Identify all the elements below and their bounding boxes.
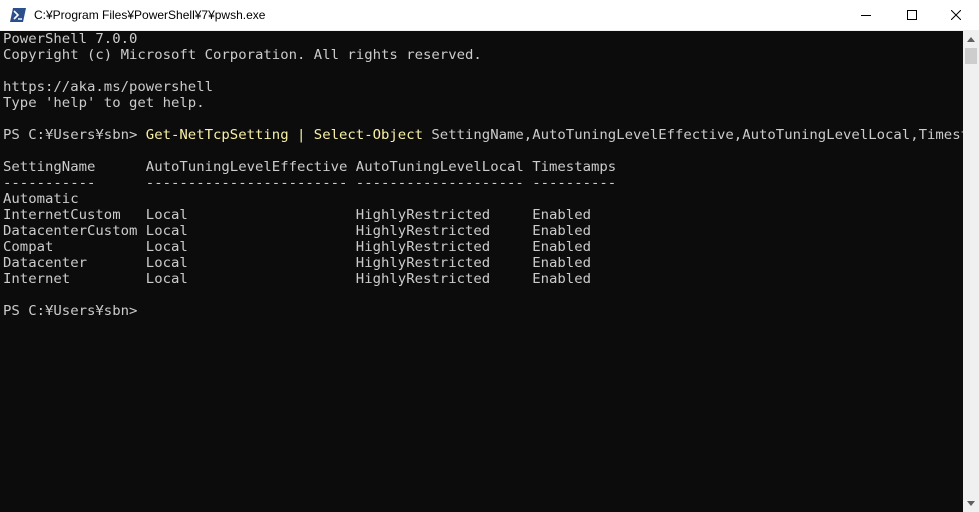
minimize-icon	[861, 15, 871, 16]
scroll-up-button[interactable]	[963, 31, 979, 48]
final-prompt: PS C:¥Users¥sbn>	[3, 303, 138, 319]
table-row: Internet Local HighlyRestricted Enabled	[3, 271, 592, 287]
prompt: PS C:¥Users¥sbn>	[3, 127, 146, 143]
powershell-icon	[10, 8, 26, 22]
scroll-down-button[interactable]	[963, 495, 979, 512]
scroll-up-icon	[967, 37, 975, 42]
close-icon	[951, 10, 961, 20]
table-row: Automatic	[3, 191, 79, 207]
powershell-link: https://aka.ms/powershell	[3, 79, 214, 95]
window-title: C:¥Program Files¥PowerShell¥7¥pwsh.exe	[34, 8, 266, 22]
table-row: Compat Local HighlyRestricted Enabled	[3, 239, 592, 255]
table-row: DatacenterCustom Local HighlyRestricted …	[3, 223, 592, 239]
command: Get-NetTcpSetting | Select-Object	[145, 127, 424, 143]
console-output[interactable]: PowerShell 7.0.0 Copyright (c) Microsoft…	[0, 31, 963, 512]
command-args: SettingName,AutoTuningLevelEffective,Aut…	[423, 127, 963, 143]
table-separator: ----------- ------------------------ ---…	[3, 175, 617, 191]
banner-copyright: Copyright (c) Microsoft Corporation. All…	[3, 47, 482, 63]
table-header: SettingName AutoTuningLevelEffective Aut…	[3, 159, 617, 175]
banner-version: PowerShell 7.0.0	[3, 31, 138, 47]
title-bar[interactable]: C:¥Program Files¥PowerShell¥7¥pwsh.exe	[0, 0, 979, 31]
table-row: InternetCustom Local HighlyRestricted En…	[3, 207, 592, 223]
close-button[interactable]	[933, 0, 979, 31]
command-line: PS C:¥Users¥sbn> Get-NetTcpSetting | Sel…	[3, 127, 963, 143]
scroll-down-icon	[967, 501, 975, 506]
maximize-button[interactable]	[889, 0, 935, 31]
table-row: Datacenter Local HighlyRestricted Enable…	[3, 255, 592, 271]
vertical-scrollbar[interactable]	[963, 31, 979, 512]
maximize-icon	[907, 10, 917, 20]
scrollbar-thumb[interactable]	[965, 48, 977, 64]
help-hint: Type 'help' to get help.	[3, 95, 205, 111]
minimize-button[interactable]	[843, 0, 889, 31]
